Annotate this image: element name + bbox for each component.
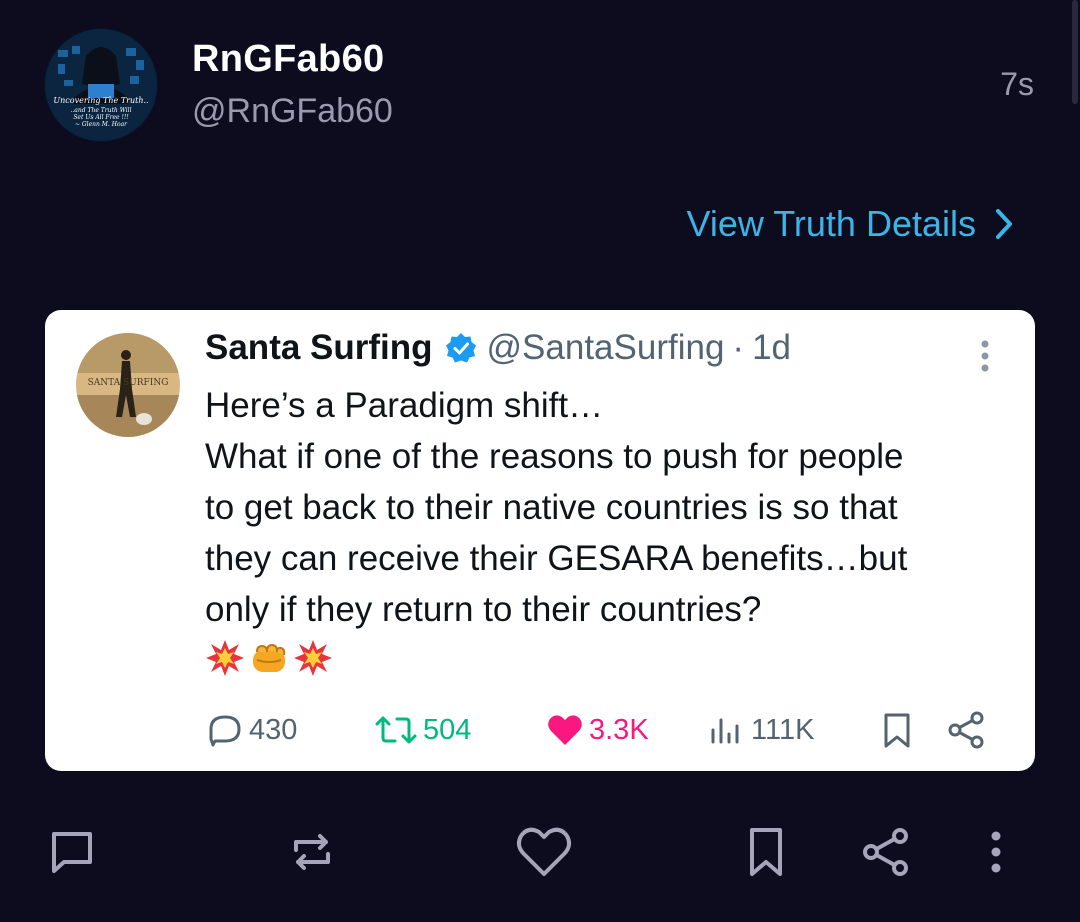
like-button[interactable]	[514, 820, 574, 884]
reply-count: 430	[249, 713, 298, 746]
comment-icon	[52, 832, 92, 873]
heart-icon	[516, 827, 572, 876]
embedded-metrics-bar: 430 504 3.3K 111K	[205, 708, 1005, 752]
embedded-post-time: 1d	[752, 328, 792, 367]
repost-icon	[294, 834, 330, 870]
view-truth-details-link[interactable]: View Truth Details	[687, 203, 1014, 245]
post-text-line: only if they return to their countries?	[205, 590, 762, 629]
author-handle[interactable]: @RnGFab60	[192, 92, 393, 131]
reply-count-button[interactable]: 430	[205, 708, 297, 752]
separator-dot: ·	[732, 328, 745, 367]
bookmark-button[interactable]	[736, 820, 796, 884]
embedded-bookmark-button[interactable]	[877, 708, 921, 752]
share-icon	[948, 711, 984, 749]
truth-post-screen: Uncovering The Truth.. ..and The Truth W…	[0, 0, 1080, 922]
views-count: 111K	[751, 713, 815, 746]
more-vertical-icon	[991, 831, 1001, 873]
views-count-button[interactable]: 111K	[707, 708, 814, 752]
avatar-caption-line: ..and The Truth Will	[70, 107, 131, 114]
reply-button[interactable]	[42, 820, 102, 884]
view-truth-details-label: View Truth Details	[686, 203, 976, 244]
like-count-button[interactable]: 3.3K	[545, 708, 649, 752]
share-icon	[863, 828, 908, 876]
embedded-author-avatar[interactable]: SANTA SURFING	[76, 333, 180, 437]
avatar-caption-line: Set Us All Free !!!	[73, 114, 129, 121]
embedded-avatar-image: SANTA SURFING	[76, 333, 180, 437]
repost-count-button[interactable]: 504	[373, 708, 471, 752]
embedded-post-card[interactable]: SANTA SURFING Santa Surfing @SantaSurfin…	[45, 310, 1035, 771]
post-timestamp: 7s	[1000, 66, 1034, 102]
like-icon	[548, 715, 582, 745]
embedded-author-handle[interactable]: @SantaSurfing	[487, 328, 725, 368]
bookmark-icon	[884, 713, 910, 748]
embedded-author-name[interactable]: Santa Surfing	[205, 328, 433, 368]
bookmark-icon	[750, 828, 782, 876]
scrollbar-thumb[interactable]	[1072, 0, 1078, 104]
views-icon	[711, 718, 739, 744]
like-count: 3.3K	[589, 713, 649, 746]
reply-icon	[209, 715, 241, 747]
post-action-bar	[0, 820, 1080, 890]
collision-emoji	[294, 640, 332, 676]
verified-badge-icon	[445, 333, 476, 363]
repost-icon	[375, 716, 417, 744]
post-text-line: to get back to their native countries is…	[205, 488, 898, 527]
chevron-right-icon	[996, 209, 1012, 239]
more-options-icon[interactable]	[973, 336, 997, 376]
avatar-caption-line: ~ Glenn M. Hoar	[75, 121, 128, 128]
post-text-line: Here’s a Paradigm shift…	[205, 386, 604, 425]
more-actions-button[interactable]	[966, 820, 1026, 884]
embedded-share-button[interactable]	[945, 708, 993, 752]
embedded-post-header: Santa Surfing @SantaSurfing · 1d	[205, 328, 791, 368]
share-button[interactable]	[856, 820, 916, 884]
post-text-line: What if one of the reasons to push for p…	[205, 437, 904, 476]
author-display-name[interactable]: RnGFab60	[192, 38, 384, 81]
repost-button[interactable]	[282, 820, 342, 884]
repost-count: 504	[423, 713, 472, 746]
embedded-avatar-caption: SANTA SURFING	[88, 378, 169, 388]
author-avatar[interactable]: Uncovering The Truth.. ..and The Truth W…	[44, 28, 158, 142]
emoji-row	[205, 638, 333, 678]
collision-emoji	[206, 640, 244, 676]
avatar-caption-line: Uncovering The Truth..	[53, 96, 148, 105]
post-text-line: they can receive their GESARA benefits…b…	[205, 539, 908, 578]
embedded-post-text: Here’s a Paradigm shift… What if one of …	[205, 380, 1005, 635]
author-avatar-image: Uncovering The Truth.. ..and The Truth W…	[44, 28, 158, 142]
fist-emoji	[253, 643, 286, 672]
